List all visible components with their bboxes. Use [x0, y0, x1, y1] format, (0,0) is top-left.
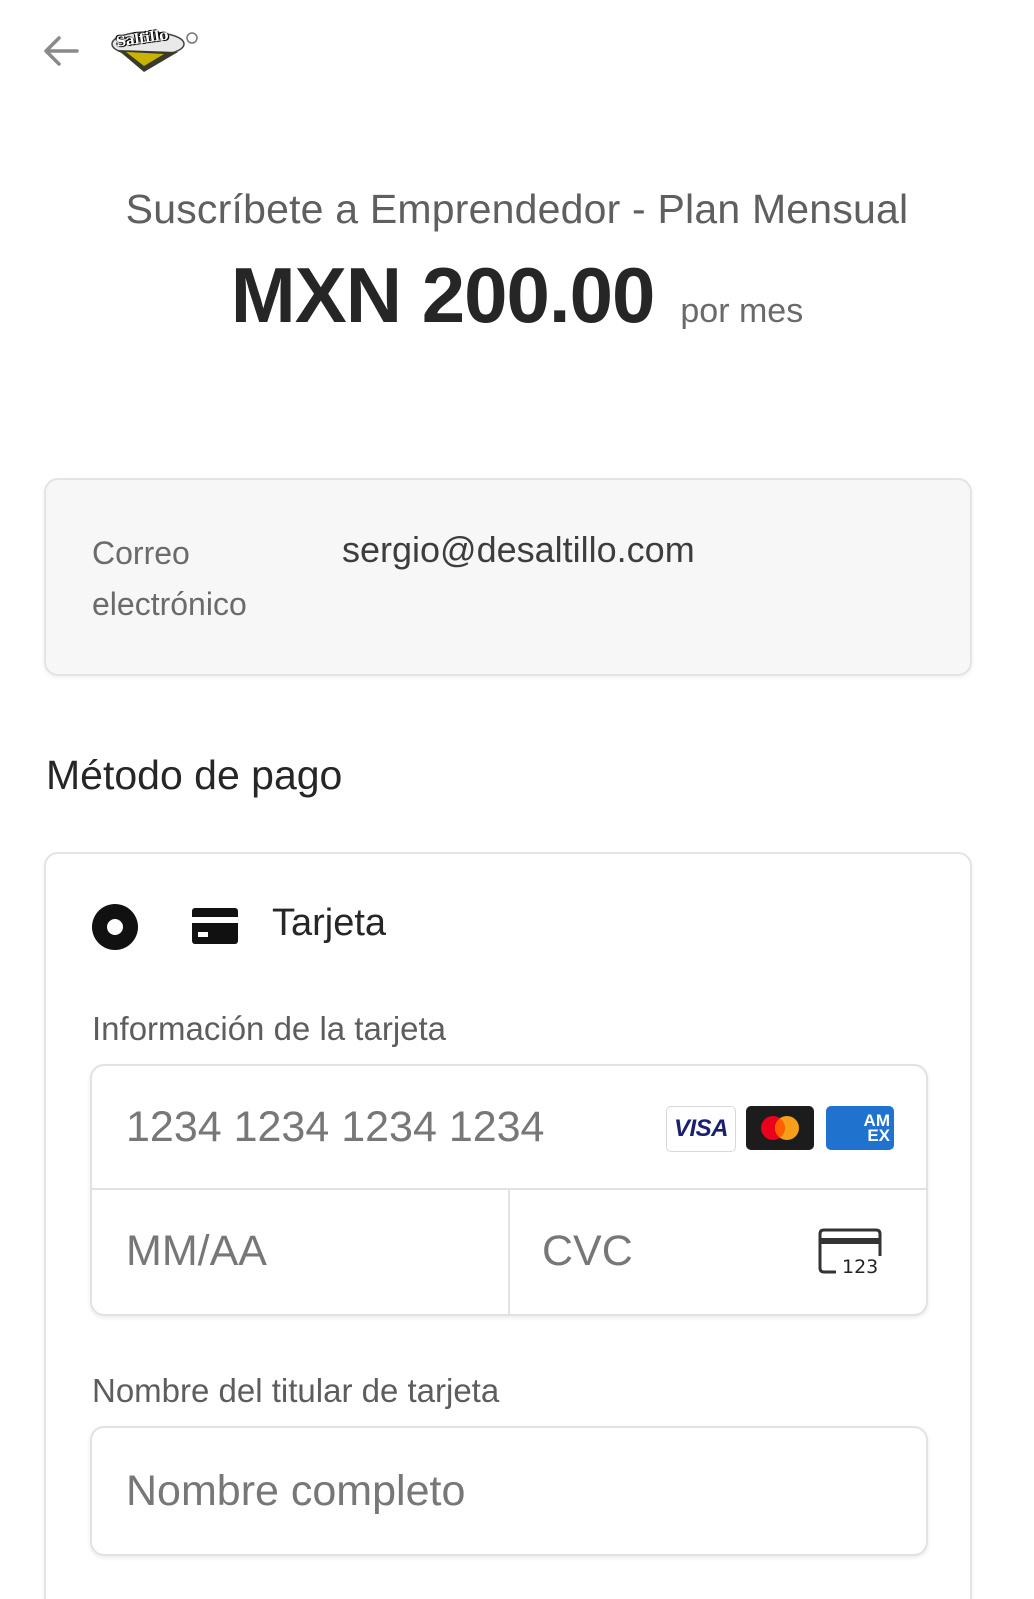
card-number-input[interactable] — [126, 1098, 646, 1156]
price-row: MXN 200.00 por mes — [0, 250, 1034, 341]
mastercard-circles — [761, 1116, 799, 1140]
cvc-icon-text: 123 — [842, 1256, 878, 1276]
expiry-input[interactable] — [126, 1222, 486, 1280]
cardholder-label: Nombre del titular de tarjeta — [92, 1372, 500, 1409]
email-summary: Correo electrónico sergio@desaltillo.com — [44, 478, 972, 676]
amex-text-line2: EX — [867, 1126, 890, 1145]
plan-title: Suscríbete a Emprendedor - Plan Mensual — [125, 186, 909, 232]
brand-logo[interactable]: Saltillo — [104, 22, 200, 76]
email-value: sergio@desaltillo.com — [342, 529, 695, 570]
checkout-page: Saltillo Suscríbete a Emprendedor - Plan… — [0, 0, 1034, 1599]
back-button[interactable] — [38, 30, 84, 72]
payment-method-card: Tarjeta Información de la tarjeta VISA A… — [44, 852, 972, 1599]
cvc-input[interactable] — [542, 1222, 802, 1280]
card-method-label[interactable]: Tarjeta — [272, 902, 386, 945]
arrow-left-icon — [44, 36, 79, 66]
field-divider-vertical — [508, 1188, 510, 1314]
mastercard-logo — [746, 1106, 814, 1150]
card-fields-group: VISA AM EX 123 — [90, 1064, 928, 1316]
cvc-card-icon: 123 — [818, 1228, 882, 1276]
email-label: Correo electrónico — [92, 535, 247, 622]
cardholder-name-input[interactable] — [126, 1462, 886, 1520]
amex-logo: AM EX — [826, 1106, 894, 1150]
card-info-label: Información de la tarjeta — [92, 1010, 447, 1047]
billing-period: por mes — [680, 292, 804, 330]
credit-card-icon — [192, 908, 238, 944]
card-method-radio[interactable] — [92, 904, 138, 950]
payment-method-heading: Método de pago — [46, 752, 343, 798]
price-amount: MXN 200.00 — [230, 251, 656, 339]
visa-logo: VISA — [666, 1106, 736, 1152]
cardholder-field — [90, 1426, 928, 1556]
